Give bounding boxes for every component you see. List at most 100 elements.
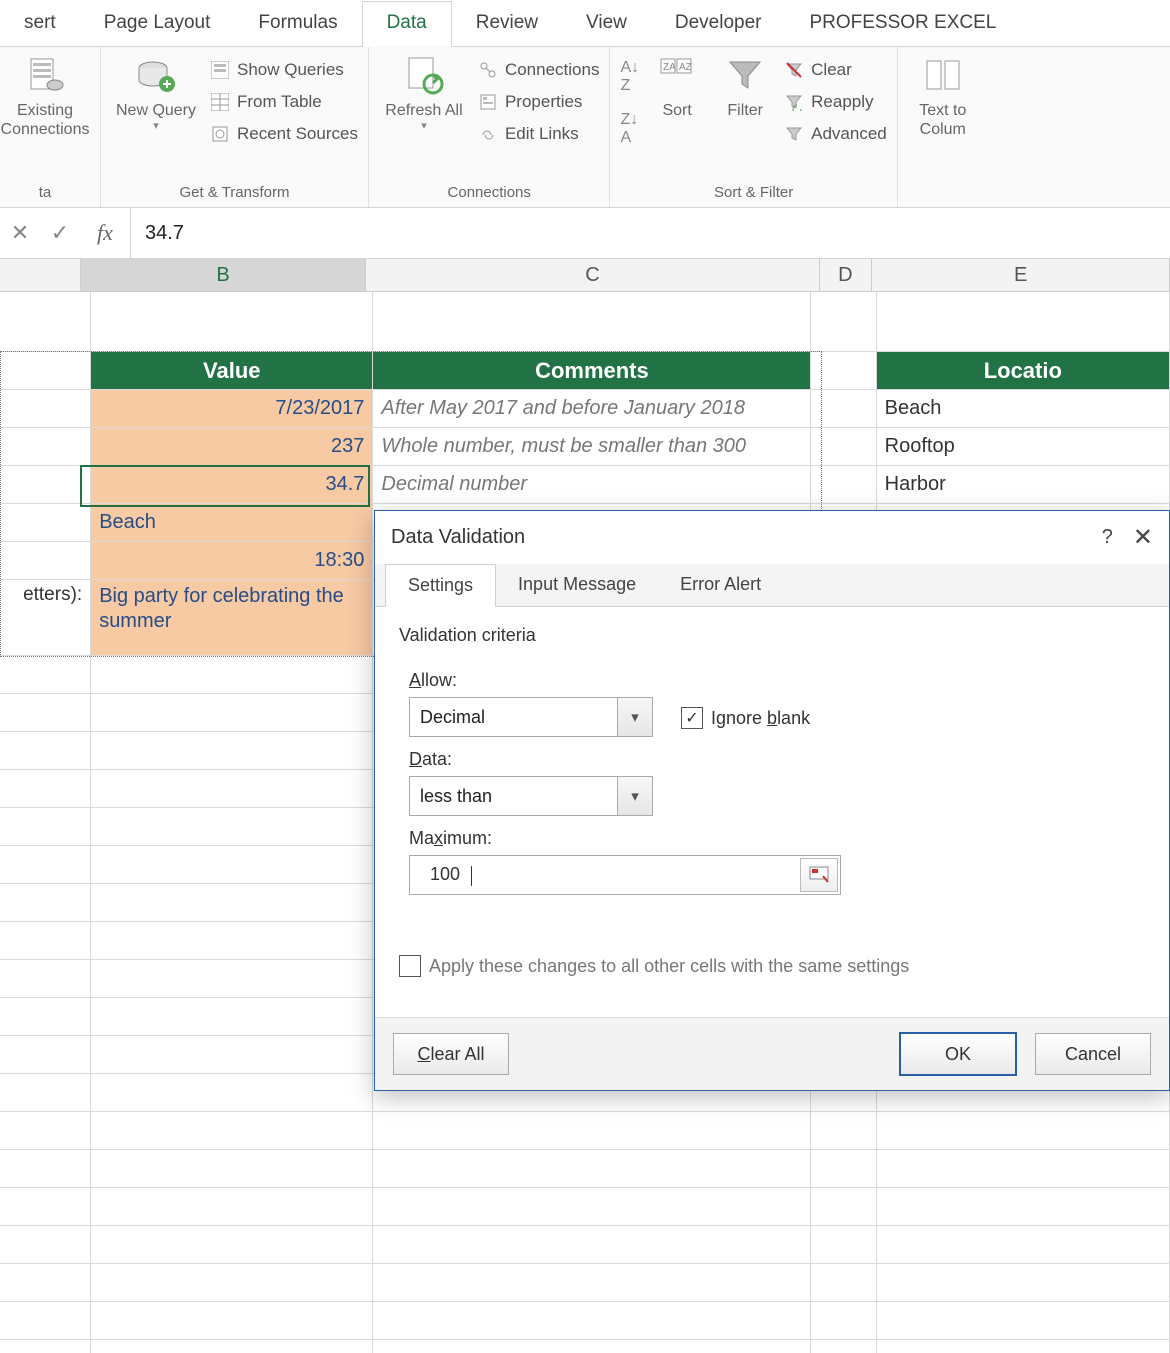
cell[interactable] [811, 1340, 876, 1353]
cell-e-loc[interactable]: Harbor [877, 466, 1170, 504]
cell-b-date[interactable]: 7/23/2017 [91, 390, 373, 428]
header-location[interactable]: Locatio [877, 352, 1170, 390]
cell[interactable] [811, 352, 876, 390]
edit-links-button[interactable]: Edit Links [477, 121, 600, 147]
cell[interactable] [811, 466, 876, 504]
show-queries-button[interactable]: Show Queries [209, 57, 358, 83]
cell[interactable] [0, 1226, 91, 1264]
tab-review[interactable]: Review [452, 2, 562, 46]
data-combobox[interactable]: less than ▾ [409, 776, 653, 816]
cell[interactable] [91, 884, 373, 922]
cell[interactable] [0, 846, 91, 884]
cell[interactable] [811, 292, 876, 352]
cell[interactable] [811, 1188, 876, 1226]
maximum-input[interactable]: 100 [409, 855, 841, 895]
tab-page-layout[interactable]: Page Layout [80, 2, 235, 46]
col-header-e[interactable]: E [872, 259, 1170, 291]
cell[interactable] [91, 1188, 373, 1226]
cell[interactable] [0, 922, 91, 960]
cell[interactable] [811, 1302, 876, 1340]
cell[interactable] [0, 466, 91, 504]
cell[interactable] [0, 428, 91, 466]
cell[interactable] [373, 1226, 811, 1264]
tab-formulas[interactable]: Formulas [234, 2, 361, 46]
cell[interactable] [877, 1302, 1170, 1340]
cell[interactable] [91, 1112, 373, 1150]
cell-e-loc[interactable]: Beach [877, 390, 1170, 428]
cell-a-label[interactable]: etters): [0, 580, 91, 656]
cell[interactable] [0, 292, 91, 352]
cell[interactable] [0, 504, 91, 542]
sort-button[interactable]: ZAAZ Sort [647, 51, 707, 120]
cell[interactable] [811, 1150, 876, 1188]
cell[interactable] [0, 542, 91, 580]
cell[interactable] [0, 998, 91, 1036]
cell[interactable] [0, 1264, 91, 1302]
dialog-tab-settings[interactable]: Settings [385, 564, 496, 607]
cell[interactable] [91, 960, 373, 998]
cell[interactable] [0, 770, 91, 808]
cell-c-comment[interactable]: After May 2017 and before January 2018 [373, 390, 811, 428]
cell-b-decimal[interactable]: 34.7 [91, 466, 373, 504]
cell[interactable] [0, 960, 91, 998]
ignore-blank-checkbox[interactable]: ✓ [681, 707, 703, 729]
tab-developer[interactable]: Developer [651, 2, 786, 46]
header-value[interactable]: Value [91, 352, 373, 390]
cell[interactable] [0, 1150, 91, 1188]
cell-c-comment[interactable]: Decimal number [373, 466, 811, 504]
cell[interactable] [91, 1150, 373, 1188]
cell[interactable] [91, 998, 373, 1036]
cell[interactable] [91, 1264, 373, 1302]
properties-button[interactable]: Properties [477, 89, 600, 115]
cell[interactable] [373, 1150, 811, 1188]
connections-button[interactable]: Connections [477, 57, 600, 83]
refresh-all-button[interactable]: Refresh All ▾ [379, 51, 469, 133]
cell[interactable] [0, 1036, 91, 1074]
clear-filter-button[interactable]: Clear [783, 57, 887, 83]
col-header-c[interactable]: C [366, 259, 819, 291]
cell[interactable] [877, 1150, 1170, 1188]
cell[interactable] [0, 694, 91, 732]
dialog-tab-input-message[interactable]: Input Message [496, 564, 658, 606]
sort-az-icon[interactable]: A↓Z [620, 59, 639, 95]
cell[interactable] [0, 1112, 91, 1150]
tab-insert[interactable]: sert [0, 2, 80, 46]
dialog-help-button[interactable]: ? [1102, 526, 1113, 549]
cell[interactable] [877, 1112, 1170, 1150]
cell[interactable] [373, 1264, 811, 1302]
cell[interactable] [811, 428, 876, 466]
cell[interactable] [373, 1112, 811, 1150]
insert-function-button[interactable]: fx [80, 208, 131, 258]
cell[interactable] [0, 352, 91, 390]
cell[interactable] [91, 656, 373, 694]
cell[interactable] [91, 1036, 373, 1074]
cell[interactable] [811, 1264, 876, 1302]
cancel-button[interactable]: Cancel [1035, 1033, 1151, 1075]
chevron-down-icon[interactable]: ▾ [617, 777, 652, 815]
advanced-filter-button[interactable]: Advanced [783, 121, 887, 147]
text-to-columns-button[interactable]: Text to Colum [908, 51, 978, 139]
cell[interactable] [0, 656, 91, 694]
cell[interactable] [91, 922, 373, 960]
clear-all-button[interactable]: Clear All [393, 1033, 509, 1075]
dialog-tab-error-alert[interactable]: Error Alert [658, 564, 783, 606]
tab-view[interactable]: View [562, 2, 651, 46]
cell[interactable] [811, 390, 876, 428]
sort-za-icon[interactable]: Z↓A [620, 111, 639, 147]
cell[interactable] [877, 1226, 1170, 1264]
existing-connections-button[interactable]: Existing Connections [0, 51, 90, 139]
cell[interactable] [0, 808, 91, 846]
allow-combobox[interactable]: Decimal ▾ [409, 697, 653, 737]
dialog-close-button[interactable]: ✕ [1133, 523, 1153, 552]
from-table-button[interactable]: From Table [209, 89, 358, 115]
cell[interactable] [0, 1074, 91, 1112]
header-comments[interactable]: Comments [373, 352, 811, 390]
cell[interactable] [0, 1302, 91, 1340]
cell[interactable] [877, 1264, 1170, 1302]
cell-b-longtext[interactable]: Big party for celebrating the summer [91, 580, 373, 656]
cell-c-comment[interactable]: Whole number, must be smaller than 300 [373, 428, 811, 466]
col-header-d[interactable]: D [820, 259, 873, 291]
cell[interactable] [0, 732, 91, 770]
cell[interactable] [91, 732, 373, 770]
new-query-button[interactable]: New Query ▾ [111, 51, 201, 133]
